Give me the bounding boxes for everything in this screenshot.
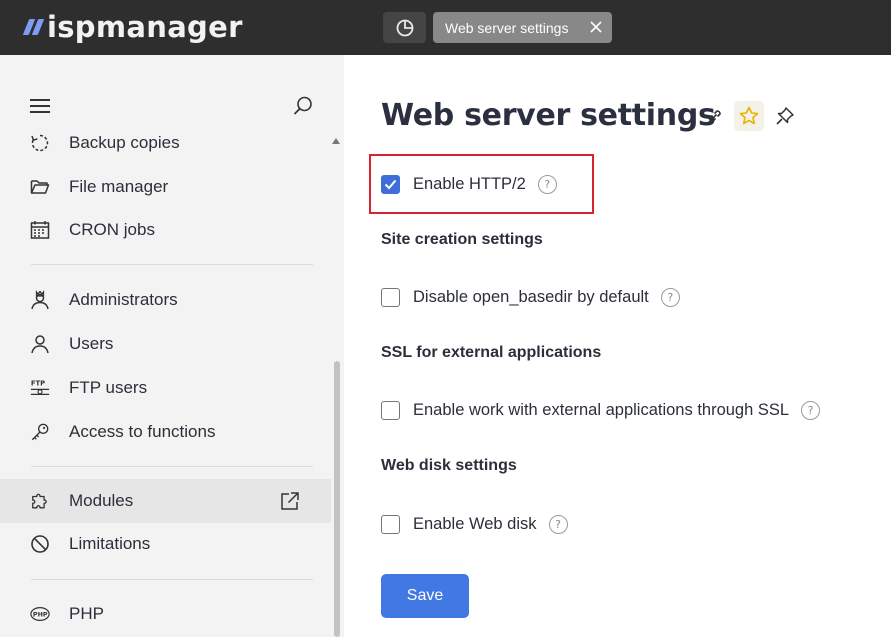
- sidebar-item-backup-copies[interactable]: Backup copies: [0, 121, 331, 165]
- sidebar-item-label: Users: [69, 334, 114, 353]
- sidebar-header: [30, 95, 320, 119]
- web-disk-option: Enable Web disk ?: [381, 513, 568, 535]
- section-ssl: SSL for external applications: [381, 344, 602, 361]
- top-bar: ispmanager Web server settings: [0, 0, 891, 55]
- sidebar-item-label: Backup copies: [69, 133, 180, 152]
- sidebar-divider: [31, 579, 313, 580]
- sidebar-item-users[interactable]: Users: [0, 322, 331, 366]
- svg-text:PHP: PHP: [33, 611, 48, 618]
- section-site-creation: Site creation settings: [381, 231, 543, 248]
- sidebar-item-label: Limitations: [69, 534, 151, 553]
- section-web-disk: Web disk settings: [381, 457, 517, 474]
- sidebar-item-file-manager[interactable]: File manager: [0, 165, 331, 209]
- scroll-up-arrow[interactable]: [332, 138, 340, 144]
- sidebar-item-limitations[interactable]: Limitations: [0, 522, 331, 566]
- hamburger-icon[interactable]: [30, 97, 50, 115]
- sidebar-item-label: FTP users: [69, 378, 148, 397]
- sidebar-scrollbar[interactable]: [334, 361, 340, 637]
- user-icon: [30, 333, 50, 355]
- help-icon[interactable]: ?: [801, 400, 821, 420]
- search-icon[interactable]: [292, 95, 314, 117]
- close-icon[interactable]: [588, 19, 604, 35]
- tab-label: Web server settings: [445, 19, 569, 36]
- sidebar-item-administrators[interactable]: Administrators: [0, 278, 331, 322]
- http2-label[interactable]: Enable HTTP/2: [413, 175, 526, 194]
- pin-icon[interactable]: [770, 101, 800, 131]
- puzzle-icon: [30, 490, 50, 512]
- main-content: Web server settings Enable HTTP/2 ? Site…: [344, 55, 891, 637]
- calendar-icon: [30, 219, 50, 241]
- ssl-external-checkbox[interactable]: [381, 400, 400, 420]
- sidebar: Backup copies File manager CRON jobs Adm…: [0, 55, 344, 637]
- sidebar-item-label: Administrators: [69, 290, 178, 309]
- star-icon[interactable]: [734, 101, 764, 131]
- php-icon: PHP: [30, 603, 50, 625]
- page-title: Web server settings: [381, 98, 716, 133]
- ftp-icon: FTP: [30, 377, 50, 399]
- dashboard-button[interactable]: [383, 12, 426, 43]
- http2-option: Enable HTTP/2 ?: [381, 173, 557, 195]
- link-icon[interactable]: [700, 101, 730, 131]
- key-icon: [30, 421, 50, 443]
- tab-web-server-settings[interactable]: Web server settings: [433, 12, 612, 43]
- open-basedir-checkbox[interactable]: [381, 287, 400, 307]
- web-disk-checkbox[interactable]: [381, 514, 400, 534]
- prohibited-icon: [30, 533, 50, 555]
- logo[interactable]: ispmanager: [22, 8, 243, 46]
- logo-mark-icon: [22, 19, 45, 35]
- sidebar-item-label: File manager: [69, 177, 169, 196]
- sidebar-divider: [31, 264, 313, 265]
- logo-text: ispmanager: [47, 10, 243, 44]
- sidebar-item-label: CRON jobs: [69, 220, 155, 239]
- sidebar-item-modules[interactable]: Modules: [0, 479, 331, 523]
- help-icon[interactable]: ?: [548, 514, 568, 534]
- sidebar-item-cron-jobs[interactable]: CRON jobs: [0, 208, 331, 252]
- sidebar-item-access-to-functions[interactable]: Access to functions: [0, 410, 331, 454]
- open-basedir-option: Disable open_basedir by default ?: [381, 286, 680, 308]
- save-button[interactable]: Save: [381, 574, 469, 618]
- folder-icon: [30, 176, 50, 198]
- sidebar-item-php[interactable]: PHP PHP: [0, 592, 331, 636]
- pie-chart-icon: [396, 19, 413, 36]
- ssl-external-option: Enable work with external applications t…: [381, 399, 821, 421]
- svg-text:FTP: FTP: [31, 379, 45, 387]
- help-icon[interactable]: ?: [660, 287, 680, 307]
- sidebar-item-label: Access to functions: [69, 422, 216, 441]
- web-disk-label[interactable]: Enable Web disk: [413, 515, 537, 534]
- http2-checkbox[interactable]: [381, 174, 400, 194]
- sidebar-item-ftp-users[interactable]: FTP FTP users: [0, 366, 331, 410]
- external-link-icon[interactable]: [280, 491, 300, 511]
- admin-icon: [30, 289, 50, 311]
- open-basedir-label[interactable]: Disable open_basedir by default: [413, 288, 649, 307]
- sidebar-item-label: Modules: [69, 491, 134, 510]
- ssl-external-label[interactable]: Enable work with external applications t…: [413, 401, 789, 420]
- help-icon[interactable]: ?: [537, 174, 557, 194]
- sidebar-item-label: PHP: [69, 604, 104, 623]
- backup-icon: [30, 132, 50, 154]
- sidebar-divider: [31, 466, 313, 467]
